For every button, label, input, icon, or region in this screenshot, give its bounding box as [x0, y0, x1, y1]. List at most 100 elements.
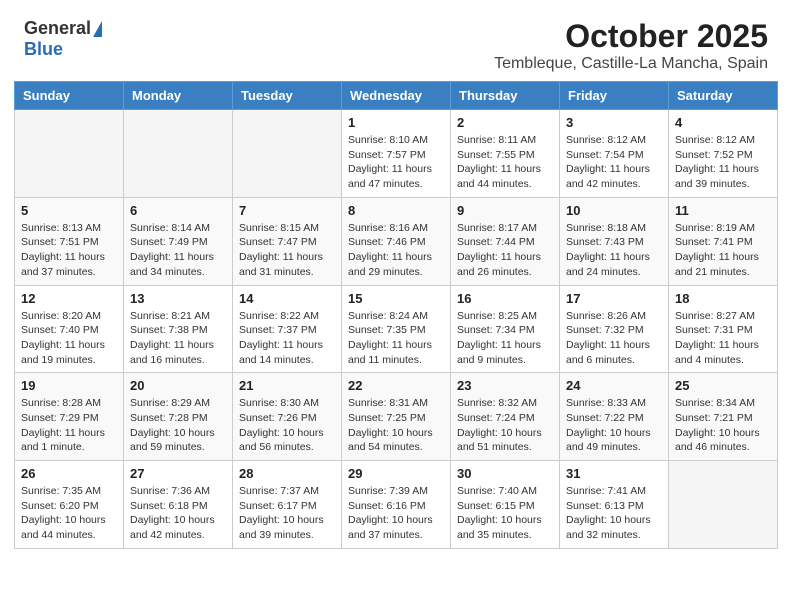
day-info: Sunrise: 8:13 AM Sunset: 7:51 PM Dayligh… [21, 221, 117, 280]
day-info: Sunrise: 8:12 AM Sunset: 7:54 PM Dayligh… [566, 133, 662, 192]
day-info: Sunrise: 8:15 AM Sunset: 7:47 PM Dayligh… [239, 221, 335, 280]
logo-triangle-icon [93, 21, 102, 37]
day-number: 18 [675, 291, 771, 306]
weekday-header-friday: Friday [560, 82, 669, 110]
day-cell: 9 Sunrise: 8:17 AM Sunset: 7:44 PM Daylig… [451, 197, 560, 285]
day-info: Sunrise: 7:41 AM Sunset: 6:13 PM Dayligh… [566, 484, 662, 543]
day-info: Sunrise: 8:34 AM Sunset: 7:21 PM Dayligh… [675, 396, 771, 455]
weekday-header-saturday: Saturday [669, 82, 778, 110]
day-cell: 8Sunrise: 8:16 AM Sunset: 7:46 PM Daylig… [342, 197, 451, 285]
day-number: 7 [239, 203, 335, 218]
day-cell [124, 110, 233, 198]
day-number: 5 [21, 203, 117, 218]
day-info: Sunrise: 7:35 AM Sunset: 6:20 PM Dayligh… [21, 484, 117, 543]
day-cell: 28 Sunrise: 7:37 AM Sunset: 6:17 PM Dayli… [233, 461, 342, 549]
day-info: Sunrise: 8:20 AM Sunset: 7:40 PM Dayligh… [21, 309, 117, 368]
day-number: 22 [348, 378, 444, 393]
day-number: 25 [675, 378, 771, 393]
day-cell: 31 Sunrise: 7:41 AM Sunset: 6:13 PM Dayli… [560, 461, 669, 549]
day-info: Sunrise: 8:14 AM Sunset: 7:49 PM Dayligh… [130, 221, 226, 280]
day-cell: 25 Sunrise: 8:34 AM Sunset: 7:21 PM Dayli… [669, 373, 778, 461]
day-info: Sunrise: 8:31 AM Sunset: 7:25 PM Dayligh… [348, 396, 444, 455]
day-number: 26 [21, 466, 117, 481]
day-number: 14 [239, 291, 335, 306]
week-row-3: 12 Sunrise: 8:20 AM Sunset: 7:40 PM Dayli… [15, 285, 778, 373]
day-cell: 6 Sunrise: 8:14 AM Sunset: 7:49 PM Daylig… [124, 197, 233, 285]
day-info: Sunrise: 8:10 AM Sunset: 7:57 PM Dayligh… [348, 133, 444, 192]
day-cell: 4 Sunrise: 8:12 AM Sunset: 7:52 PM Daylig… [669, 110, 778, 198]
day-cell: 15 Sunrise: 8:24 AM Sunset: 7:35 PM Dayli… [342, 285, 451, 373]
week-row-5: 26 Sunrise: 7:35 AM Sunset: 6:20 PM Dayli… [15, 461, 778, 549]
day-number: 28 [239, 466, 335, 481]
day-number: 29 [348, 466, 444, 481]
day-cell: 14 Sunrise: 8:22 AM Sunset: 7:37 PM Dayli… [233, 285, 342, 373]
day-number: 20 [130, 378, 226, 393]
day-info: Sunrise: 7:39 AM Sunset: 6:16 PM Dayligh… [348, 484, 444, 543]
day-number: 13 [130, 291, 226, 306]
weekday-header-sunday: Sunday [15, 82, 124, 110]
day-cell: 29 Sunrise: 7:39 AM Sunset: 6:16 PM Dayli… [342, 461, 451, 549]
day-info: Sunrise: 8:18 AM Sunset: 7:43 PM Dayligh… [566, 221, 662, 280]
day-number: 4 [675, 115, 771, 130]
day-info: Sunrise: 8:29 AM Sunset: 7:28 PM Dayligh… [130, 396, 226, 455]
logo-blue: Blue [24, 39, 63, 60]
day-number: 17 [566, 291, 662, 306]
day-cell: 11Sunrise: 8:19 AM Sunset: 7:41 PM Dayli… [669, 197, 778, 285]
day-info: Sunrise: 8:27 AM Sunset: 7:31 PM Dayligh… [675, 309, 771, 368]
day-info: Sunrise: 8:32 AM Sunset: 7:24 PM Dayligh… [457, 396, 553, 455]
day-number: 9 [457, 203, 553, 218]
day-info: Sunrise: 8:33 AM Sunset: 7:22 PM Dayligh… [566, 396, 662, 455]
day-number: 16 [457, 291, 553, 306]
day-info: Sunrise: 8:19 AM Sunset: 7:41 PM Dayligh… [675, 221, 771, 280]
day-cell: 10Sunrise: 8:18 AM Sunset: 7:43 PM Dayli… [560, 197, 669, 285]
day-number: 6 [130, 203, 226, 218]
week-row-2: 5 Sunrise: 8:13 AM Sunset: 7:51 PM Daylig… [15, 197, 778, 285]
weekday-header-row: SundayMondayTuesdayWednesdayThursdayFrid… [15, 82, 778, 110]
day-cell: 30 Sunrise: 7:40 AM Sunset: 6:15 PM Dayli… [451, 461, 560, 549]
day-info: Sunrise: 8:12 AM Sunset: 7:52 PM Dayligh… [675, 133, 771, 192]
calendar-table: SundayMondayTuesdayWednesdayThursdayFrid… [14, 81, 778, 549]
day-info: Sunrise: 8:17 AM Sunset: 7:44 PM Dayligh… [457, 221, 553, 280]
day-info: Sunrise: 8:30 AM Sunset: 7:26 PM Dayligh… [239, 396, 335, 455]
day-info: Sunrise: 8:24 AM Sunset: 7:35 PM Dayligh… [348, 309, 444, 368]
day-number: 2 [457, 115, 553, 130]
weekday-header-thursday: Thursday [451, 82, 560, 110]
day-info: Sunrise: 7:40 AM Sunset: 6:15 PM Dayligh… [457, 484, 553, 543]
day-cell: 2Sunrise: 8:11 AM Sunset: 7:55 PM Daylig… [451, 110, 560, 198]
day-info: Sunrise: 8:26 AM Sunset: 7:32 PM Dayligh… [566, 309, 662, 368]
day-cell: 5 Sunrise: 8:13 AM Sunset: 7:51 PM Daylig… [15, 197, 124, 285]
day-info: Sunrise: 7:37 AM Sunset: 6:17 PM Dayligh… [239, 484, 335, 543]
day-info: Sunrise: 8:21 AM Sunset: 7:38 PM Dayligh… [130, 309, 226, 368]
month-title: October 2025 [494, 18, 768, 55]
day-cell [233, 110, 342, 198]
weekday-header-wednesday: Wednesday [342, 82, 451, 110]
day-number: 31 [566, 466, 662, 481]
day-cell: 23Sunrise: 8:32 AM Sunset: 7:24 PM Dayli… [451, 373, 560, 461]
day-cell: 12 Sunrise: 8:20 AM Sunset: 7:40 PM Dayli… [15, 285, 124, 373]
day-number: 12 [21, 291, 117, 306]
day-number: 15 [348, 291, 444, 306]
day-cell: 16Sunrise: 8:25 AM Sunset: 7:34 PM Dayli… [451, 285, 560, 373]
day-number: 30 [457, 466, 553, 481]
title-area: October 2025 Tembleque, Castille-La Manc… [494, 18, 768, 73]
weekday-header-tuesday: Tuesday [233, 82, 342, 110]
day-info: Sunrise: 8:28 AM Sunset: 7:29 PM Dayligh… [21, 396, 117, 455]
day-cell: 13 Sunrise: 8:21 AM Sunset: 7:38 PM Dayli… [124, 285, 233, 373]
day-cell [669, 461, 778, 549]
day-info: Sunrise: 8:16 AM Sunset: 7:46 PM Dayligh… [348, 221, 444, 280]
day-info: Sunrise: 7:36 AM Sunset: 6:18 PM Dayligh… [130, 484, 226, 543]
day-number: 24 [566, 378, 662, 393]
logo-general: General [24, 18, 91, 39]
day-info: Sunrise: 8:22 AM Sunset: 7:37 PM Dayligh… [239, 309, 335, 368]
day-cell: 17 Sunrise: 8:26 AM Sunset: 7:32 PM Dayli… [560, 285, 669, 373]
day-number: 3 [566, 115, 662, 130]
day-number: 19 [21, 378, 117, 393]
day-number: 21 [239, 378, 335, 393]
header: General Blue October 2025 Tembleque, Cas… [0, 0, 792, 81]
week-row-1: 1Sunrise: 8:10 AM Sunset: 7:57 PM Daylig… [15, 110, 778, 198]
day-cell: 1Sunrise: 8:10 AM Sunset: 7:57 PM Daylig… [342, 110, 451, 198]
weekday-header-monday: Monday [124, 82, 233, 110]
day-number: 27 [130, 466, 226, 481]
day-cell: 7 Sunrise: 8:15 AM Sunset: 7:47 PM Daylig… [233, 197, 342, 285]
day-cell: 20 Sunrise: 8:29 AM Sunset: 7:28 PM Dayli… [124, 373, 233, 461]
